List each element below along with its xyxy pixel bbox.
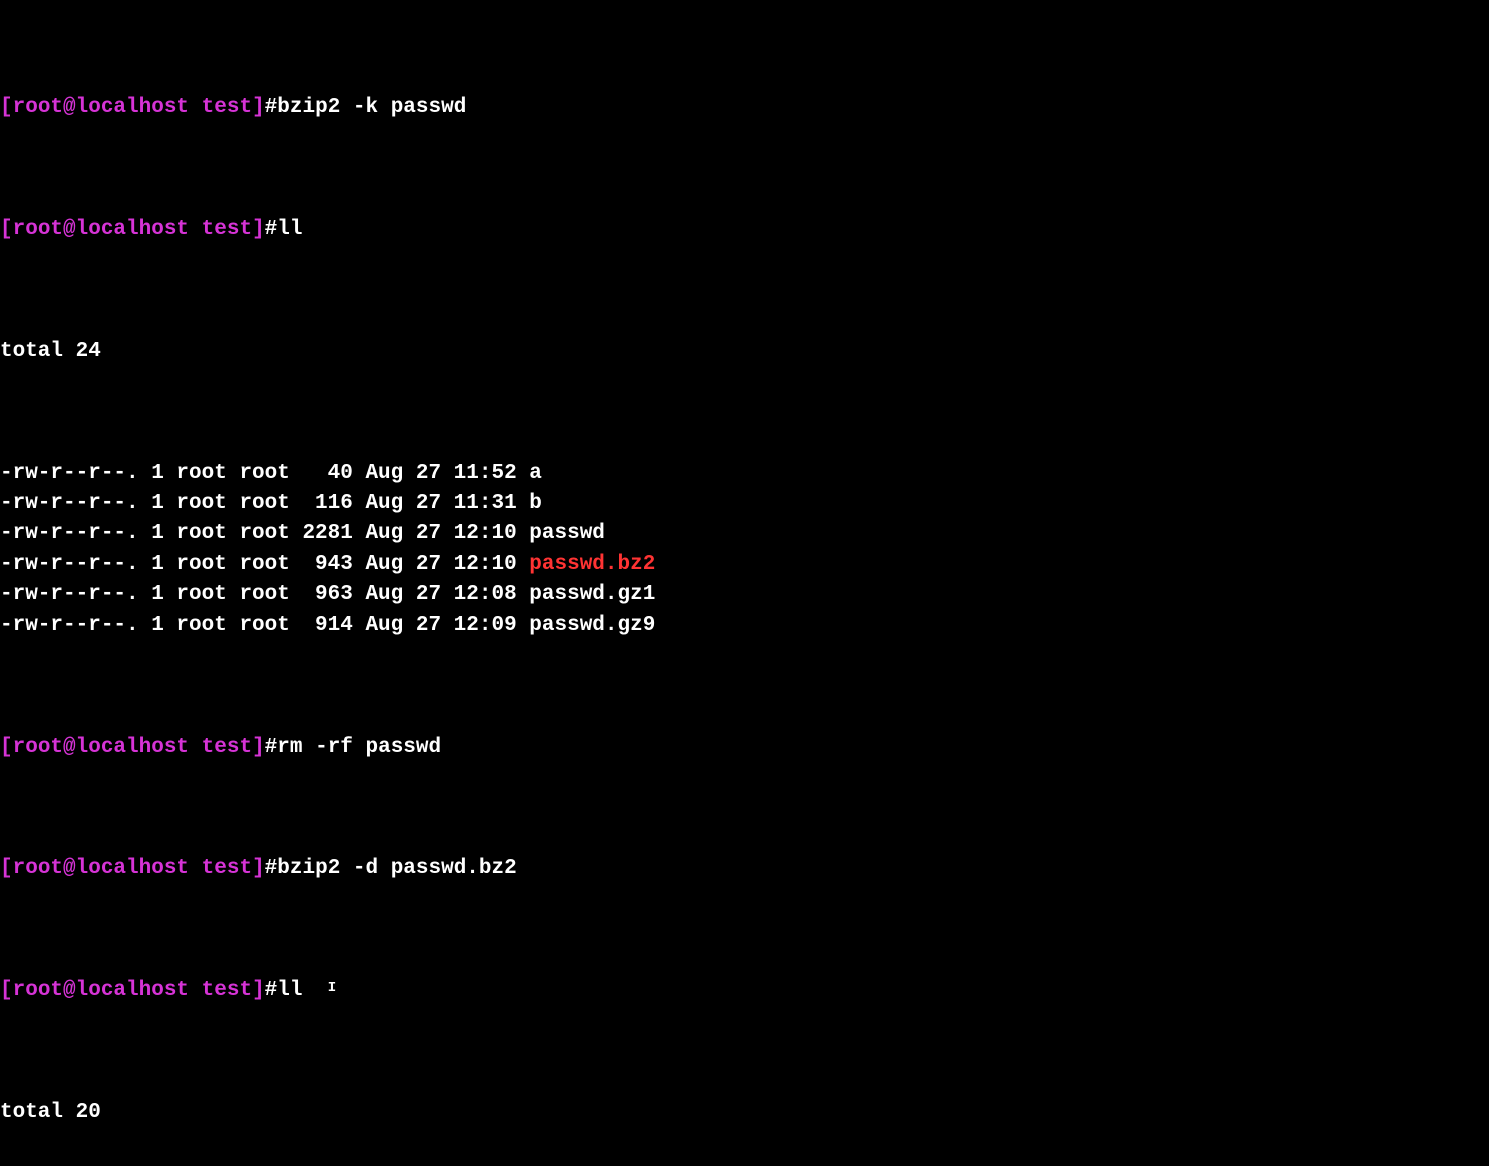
hash: # (265, 857, 278, 880)
hash: # (265, 736, 278, 759)
file-name: passwd (529, 522, 605, 545)
command-text: bzip2 -k passwd (277, 96, 466, 119)
path: test (189, 979, 252, 1002)
file-name: passwd.gz1 (529, 583, 655, 606)
text-cursor-icon: I (328, 980, 336, 996)
hash: # (265, 96, 278, 119)
file-listing-row: -rw-r--r--. 1 root root 914 Aug 27 12:09… (0, 611, 1489, 641)
file-name: passwd.gz9 (529, 614, 655, 637)
file-listing-row: -rw-r--r--. 1 root root 116 Aug 27 11:31… (0, 489, 1489, 519)
bracket-close: ] (252, 857, 265, 880)
user-host: root@localhost (13, 96, 189, 119)
bracket-open: [ (0, 218, 13, 241)
command-text: ll (277, 979, 302, 1002)
total-line-1: total 24 (0, 337, 1489, 367)
bracket-close: ] (252, 736, 265, 759)
command-text: rm -rf passwd (277, 736, 441, 759)
bracket-close: ] (252, 96, 265, 119)
command-text: bzip2 -d passwd.bz2 (277, 857, 516, 880)
file-listing-row: -rw-r--r--. 1 root root 943 Aug 27 12:10… (0, 550, 1489, 580)
hash: # (265, 979, 278, 1002)
prompt-line-4: [root@localhost test]#bzip2 -d passwd.bz… (0, 854, 1489, 884)
user-host: root@localhost (13, 736, 189, 759)
bracket-open: [ (0, 96, 13, 119)
bracket-open: [ (0, 736, 13, 759)
bracket-open: [ (0, 857, 13, 880)
bracket-open: [ (0, 979, 13, 1002)
path: test (189, 736, 252, 759)
prompt-line-2: [root@localhost test]#ll (0, 215, 1489, 245)
path: test (189, 857, 252, 880)
bracket-close: ] (252, 218, 265, 241)
file-listing-row: -rw-r--r--. 1 root root 40 Aug 27 11:52 … (0, 459, 1489, 489)
file-name: a (529, 462, 542, 485)
file-name: passwd.bz2 (529, 553, 655, 576)
terminal-output[interactable]: [root@localhost test]#bzip2 -k passwd [r… (0, 2, 1489, 1166)
file-listing-row: -rw-r--r--. 1 root root 2281 Aug 27 12:1… (0, 519, 1489, 549)
path: test (189, 218, 252, 241)
prompt-line-3: [root@localhost test]#rm -rf passwd (0, 733, 1489, 763)
command-text: ll (277, 218, 302, 241)
hash: # (265, 218, 278, 241)
file-name: b (529, 492, 542, 515)
user-host: root@localhost (13, 979, 189, 1002)
prompt-line-5: [root@localhost test]#ll I (0, 976, 1489, 1006)
bracket-close: ] (252, 979, 265, 1002)
user-host: root@localhost (13, 218, 189, 241)
path: test (189, 96, 252, 119)
prompt-line-1: [root@localhost test]#bzip2 -k passwd (0, 93, 1489, 123)
user-host: root@localhost (13, 857, 189, 880)
file-listing-row: -rw-r--r--. 1 root root 963 Aug 27 12:08… (0, 580, 1489, 610)
total-line-2: total 20 (0, 1098, 1489, 1128)
